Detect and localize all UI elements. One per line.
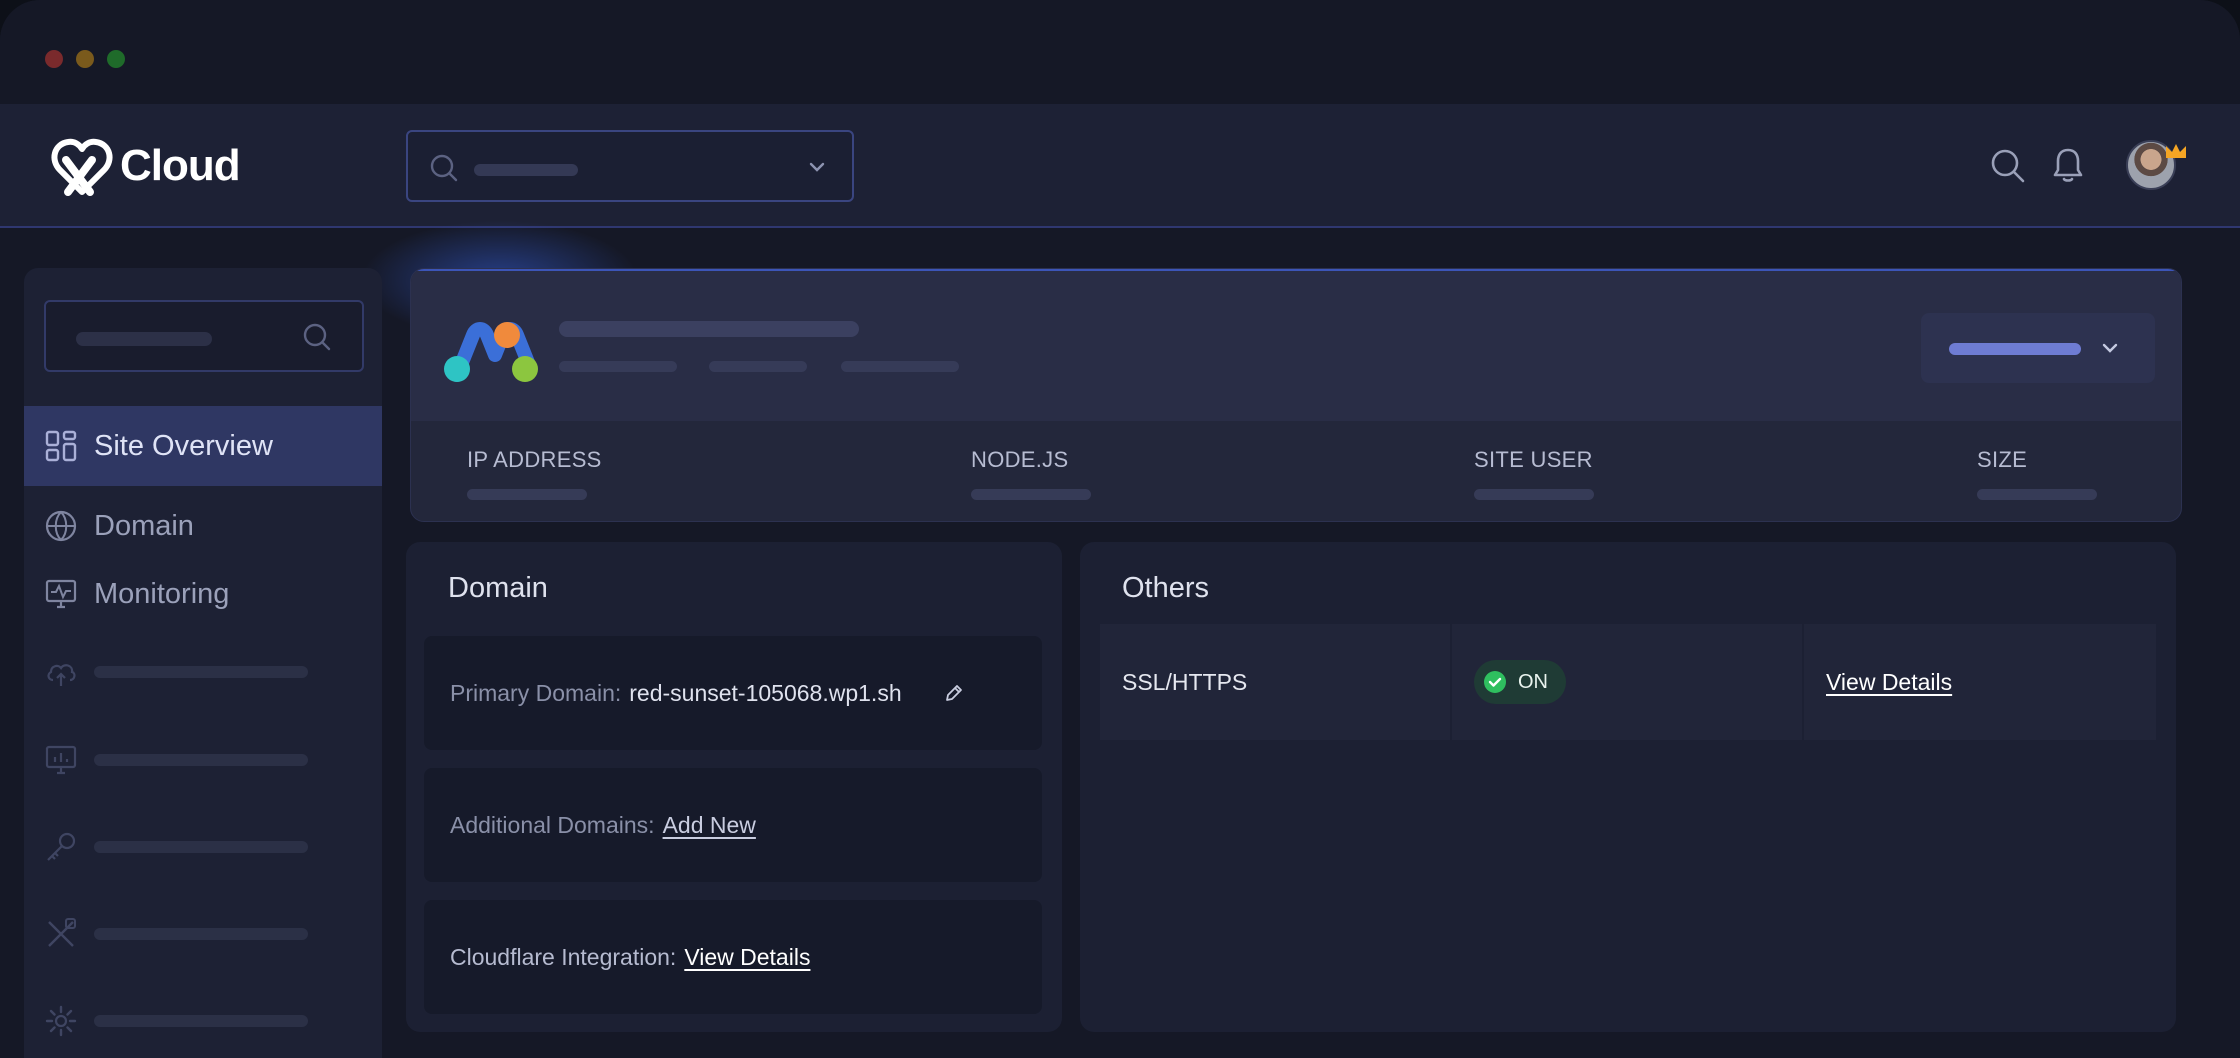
ssl-https-label: SSL/HTTPS <box>1122 668 1248 695</box>
sidebar-item-placeholder[interactable] <box>24 894 382 974</box>
sidebar-item-placeholder[interactable] <box>24 981 382 1058</box>
bell-icon[interactable] <box>2052 146 2084 184</box>
monitor-chart-icon <box>45 745 77 775</box>
grid-icon <box>45 430 77 462</box>
xcloud-logo-icon <box>51 138 113 196</box>
sidebar-item-placeholder-label <box>94 928 308 940</box>
top-header: Cloud <box>0 104 2240 228</box>
site-name-placeholder <box>559 321 859 337</box>
sidebar-item-placeholder-label <box>94 754 308 766</box>
sidebar-item-placeholder-label <box>94 666 308 678</box>
sidebar-item-placeholder[interactable] <box>24 807 382 887</box>
info-site-user: SITE USER <box>1474 447 1594 500</box>
search-icon[interactable] <box>1990 148 2026 184</box>
sidebar-item-site-overview[interactable]: Site Overview <box>24 406 382 486</box>
site-meta-placeholder <box>559 361 677 372</box>
ssl-status-cell: ON <box>1452 624 1802 740</box>
sidebar-item-placeholder-label <box>94 1015 308 1027</box>
sidebar-item-label: Domain <box>94 509 194 542</box>
others-card-title: Others <box>1122 572 1210 604</box>
ssl-status-text: ON <box>1518 670 1548 693</box>
info-label: IP ADDRESS <box>467 447 602 472</box>
close-window-button[interactable] <box>45 50 63 68</box>
search-icon <box>303 323 331 351</box>
ssl-view-details-link[interactable]: View Details <box>1826 669 1952 696</box>
monitor-pulse-icon <box>45 579 77 609</box>
crown-icon <box>2166 144 2186 158</box>
site-actions-label-placeholder <box>1949 343 2081 355</box>
brand-name: Cloud <box>120 141 241 190</box>
key-icon <box>47 832 76 861</box>
info-value-placeholder <box>1977 489 2097 500</box>
sidebar-search-input[interactable] <box>44 300 364 372</box>
info-ip-address: IP ADDRESS <box>467 447 602 500</box>
ssl-https-row: SSL/HTTPS ON View Details <box>1100 624 2156 740</box>
additional-domains-label: Additional Domains: <box>450 811 655 838</box>
info-value-placeholder <box>971 489 1091 500</box>
maximize-window-button[interactable] <box>107 50 125 68</box>
sidebar-item-monitoring[interactable]: Monitoring <box>24 554 382 634</box>
site-card-header <box>411 269 2181 421</box>
info-size: SIZE <box>1977 447 2097 500</box>
add-new-domain-link[interactable]: Add New <box>663 812 756 839</box>
sidebar-search-placeholder <box>76 332 212 346</box>
sidebar: Site Overview Domain Monitoring <box>24 268 382 1058</box>
site-app-logo-icon <box>444 322 538 382</box>
chevron-down-icon <box>809 162 825 172</box>
info-label: SIZE <box>1977 447 2028 472</box>
check-circle-icon <box>1484 671 1506 693</box>
cloud-upload-icon <box>47 664 76 686</box>
sidebar-item-label: Site Overview <box>94 429 273 462</box>
sidebar-item-placeholder[interactable] <box>24 720 382 800</box>
sidebar-item-placeholder[interactable] <box>24 632 382 712</box>
title-bar <box>0 0 2240 104</box>
sidebar-item-label: Monitoring <box>94 577 230 610</box>
app-window: Cloud Site Overview Domain Monitoring IP… <box>0 0 2240 1058</box>
info-value-placeholder <box>1474 489 1594 500</box>
search-icon <box>430 154 458 182</box>
info-label: SITE USER <box>1474 447 1593 472</box>
chevron-down-icon <box>2102 343 2118 353</box>
primary-domain-label: Primary Domain: <box>450 679 622 706</box>
site-meta-placeholder <box>841 361 959 372</box>
minimize-window-button[interactable] <box>76 50 94 68</box>
search-placeholder <box>474 164 578 176</box>
additional-domains-row: Additional Domains: Add New <box>424 768 1042 882</box>
brand-logo[interactable]: Cloud <box>46 128 241 204</box>
site-meta-placeholder <box>709 361 807 372</box>
site-actions-dropdown[interactable] <box>1921 313 2155 383</box>
cloudflare-integration-row: Cloudflare Integration: View Details <box>424 900 1042 1014</box>
www-globe-icon <box>45 510 77 542</box>
ssl-label-cell: SSL/HTTPS <box>1100 624 1450 740</box>
domain-card-title: Domain <box>448 572 548 604</box>
primary-domain-value: red-sunset-105068.wp1.sh <box>629 679 902 706</box>
domain-card: Domain Primary Domain: red-sunset-105068… <box>406 542 1062 1032</box>
ssl-status-badge: ON <box>1474 660 1566 704</box>
info-value-placeholder <box>467 489 587 500</box>
sidebar-item-placeholder-label <box>94 841 308 853</box>
tools-icon <box>48 918 76 947</box>
cloudflare-view-details-link[interactable]: View Details <box>684 944 810 971</box>
primary-domain-row: Primary Domain: red-sunset-105068.wp1.sh <box>424 636 1042 750</box>
gear-icon <box>45 1005 77 1037</box>
site-search-dropdown[interactable] <box>406 130 854 202</box>
ssl-details-cell: View Details <box>1804 624 2156 740</box>
cloudflare-integration-label: Cloudflare Integration: <box>450 943 677 970</box>
site-summary-card: IP ADDRESS NODE.JS SITE USER SIZE <box>410 268 2182 522</box>
edit-pencil-icon[interactable] <box>944 683 964 703</box>
info-label: NODE.JS <box>971 447 1069 472</box>
info-nodejs: NODE.JS <box>971 447 1091 500</box>
others-card: Others SSL/HTTPS ON View Details <box>1080 542 2176 1032</box>
